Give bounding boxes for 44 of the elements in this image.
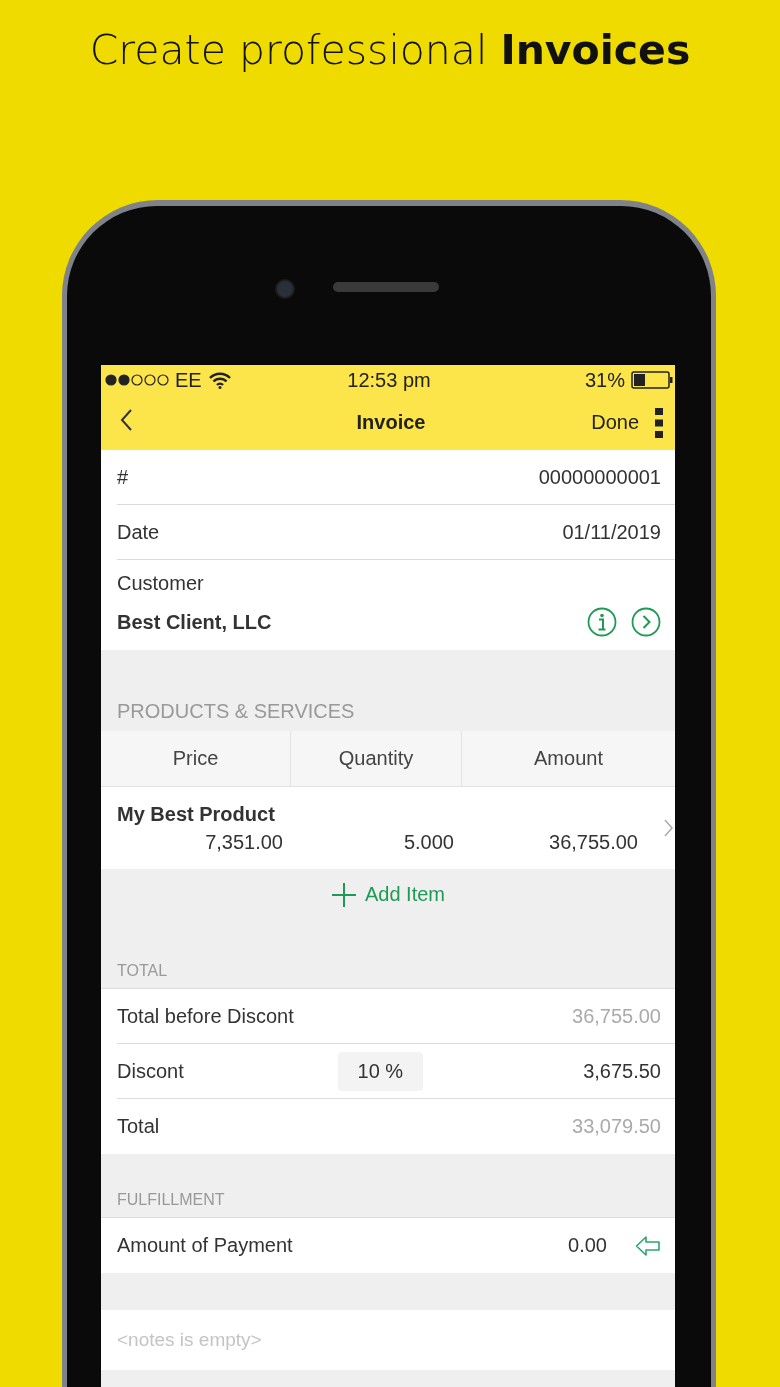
field-label: Total — [117, 1115, 160, 1138]
field-value: 36,755.00 — [572, 1004, 661, 1028]
plus-icon — [330, 881, 357, 908]
speaker-icon — [333, 282, 439, 292]
field-value: 33,079.50 — [572, 1115, 661, 1138]
section-header: FULFILLMENT — [116, 1191, 226, 1210]
battery-label: 31% — [584, 368, 625, 392]
signal-icon — [105, 374, 169, 386]
done-button[interactable]: Done — [591, 411, 639, 434]
wifi-icon — [207, 371, 232, 389]
field-value[interactable]: 01/11/2019 — [562, 520, 661, 544]
chevron-circle-icon[interactable] — [631, 607, 661, 637]
camera-icon — [275, 279, 295, 299]
field-label: Discont — [117, 1059, 184, 1083]
field-label: Customer — [117, 572, 204, 594]
section-header: PRODUCTS & SERVICES — [116, 700, 356, 724]
battery-icon — [631, 371, 673, 389]
field-label: Date — [117, 520, 160, 544]
price-cell-text: 7,351.00 — [204, 831, 283, 854]
field-label: # — [117, 465, 129, 489]
product-row[interactable]: My Best Product 7,351.00 5.000 36,755.00 — [101, 787, 675, 869]
more-icon[interactable] — [655, 407, 663, 438]
column-header: Quantity — [338, 747, 414, 770]
quantity-cell-text: 5.000 — [402, 831, 454, 854]
field-label: Total before Discont — [117, 1004, 294, 1028]
column-header: Amount — [534, 747, 603, 770]
field-value: 3,675.50 — [583, 1059, 661, 1083]
arrow-left-icon[interactable] — [635, 1234, 661, 1257]
screen-title: Invoice — [356, 411, 426, 434]
chevron-icon — [664, 819, 673, 837]
section-header: TOTAL — [116, 962, 169, 981]
clock-label: 12:53 pm — [347, 368, 431, 391]
product-name: My Best Product — [117, 803, 276, 826]
amount-cell-text: 36,755.00 — [548, 831, 638, 854]
column-header: Price — [172, 747, 219, 770]
carrier-label: EE — [175, 368, 202, 392]
field-label: Amount of Payment — [117, 1234, 293, 1257]
field-value[interactable]: 0.00 — [568, 1234, 607, 1257]
discount-field[interactable]: 10 % — [337, 1051, 424, 1091]
customer-name[interactable]: Best Client, LLC — [117, 610, 272, 634]
headline: Create professional Invoices — [89, 26, 691, 74]
info-icon[interactable] — [587, 607, 617, 637]
back-icon[interactable] — [119, 408, 133, 432]
field-value[interactable]: 00000000001 — [538, 465, 661, 489]
